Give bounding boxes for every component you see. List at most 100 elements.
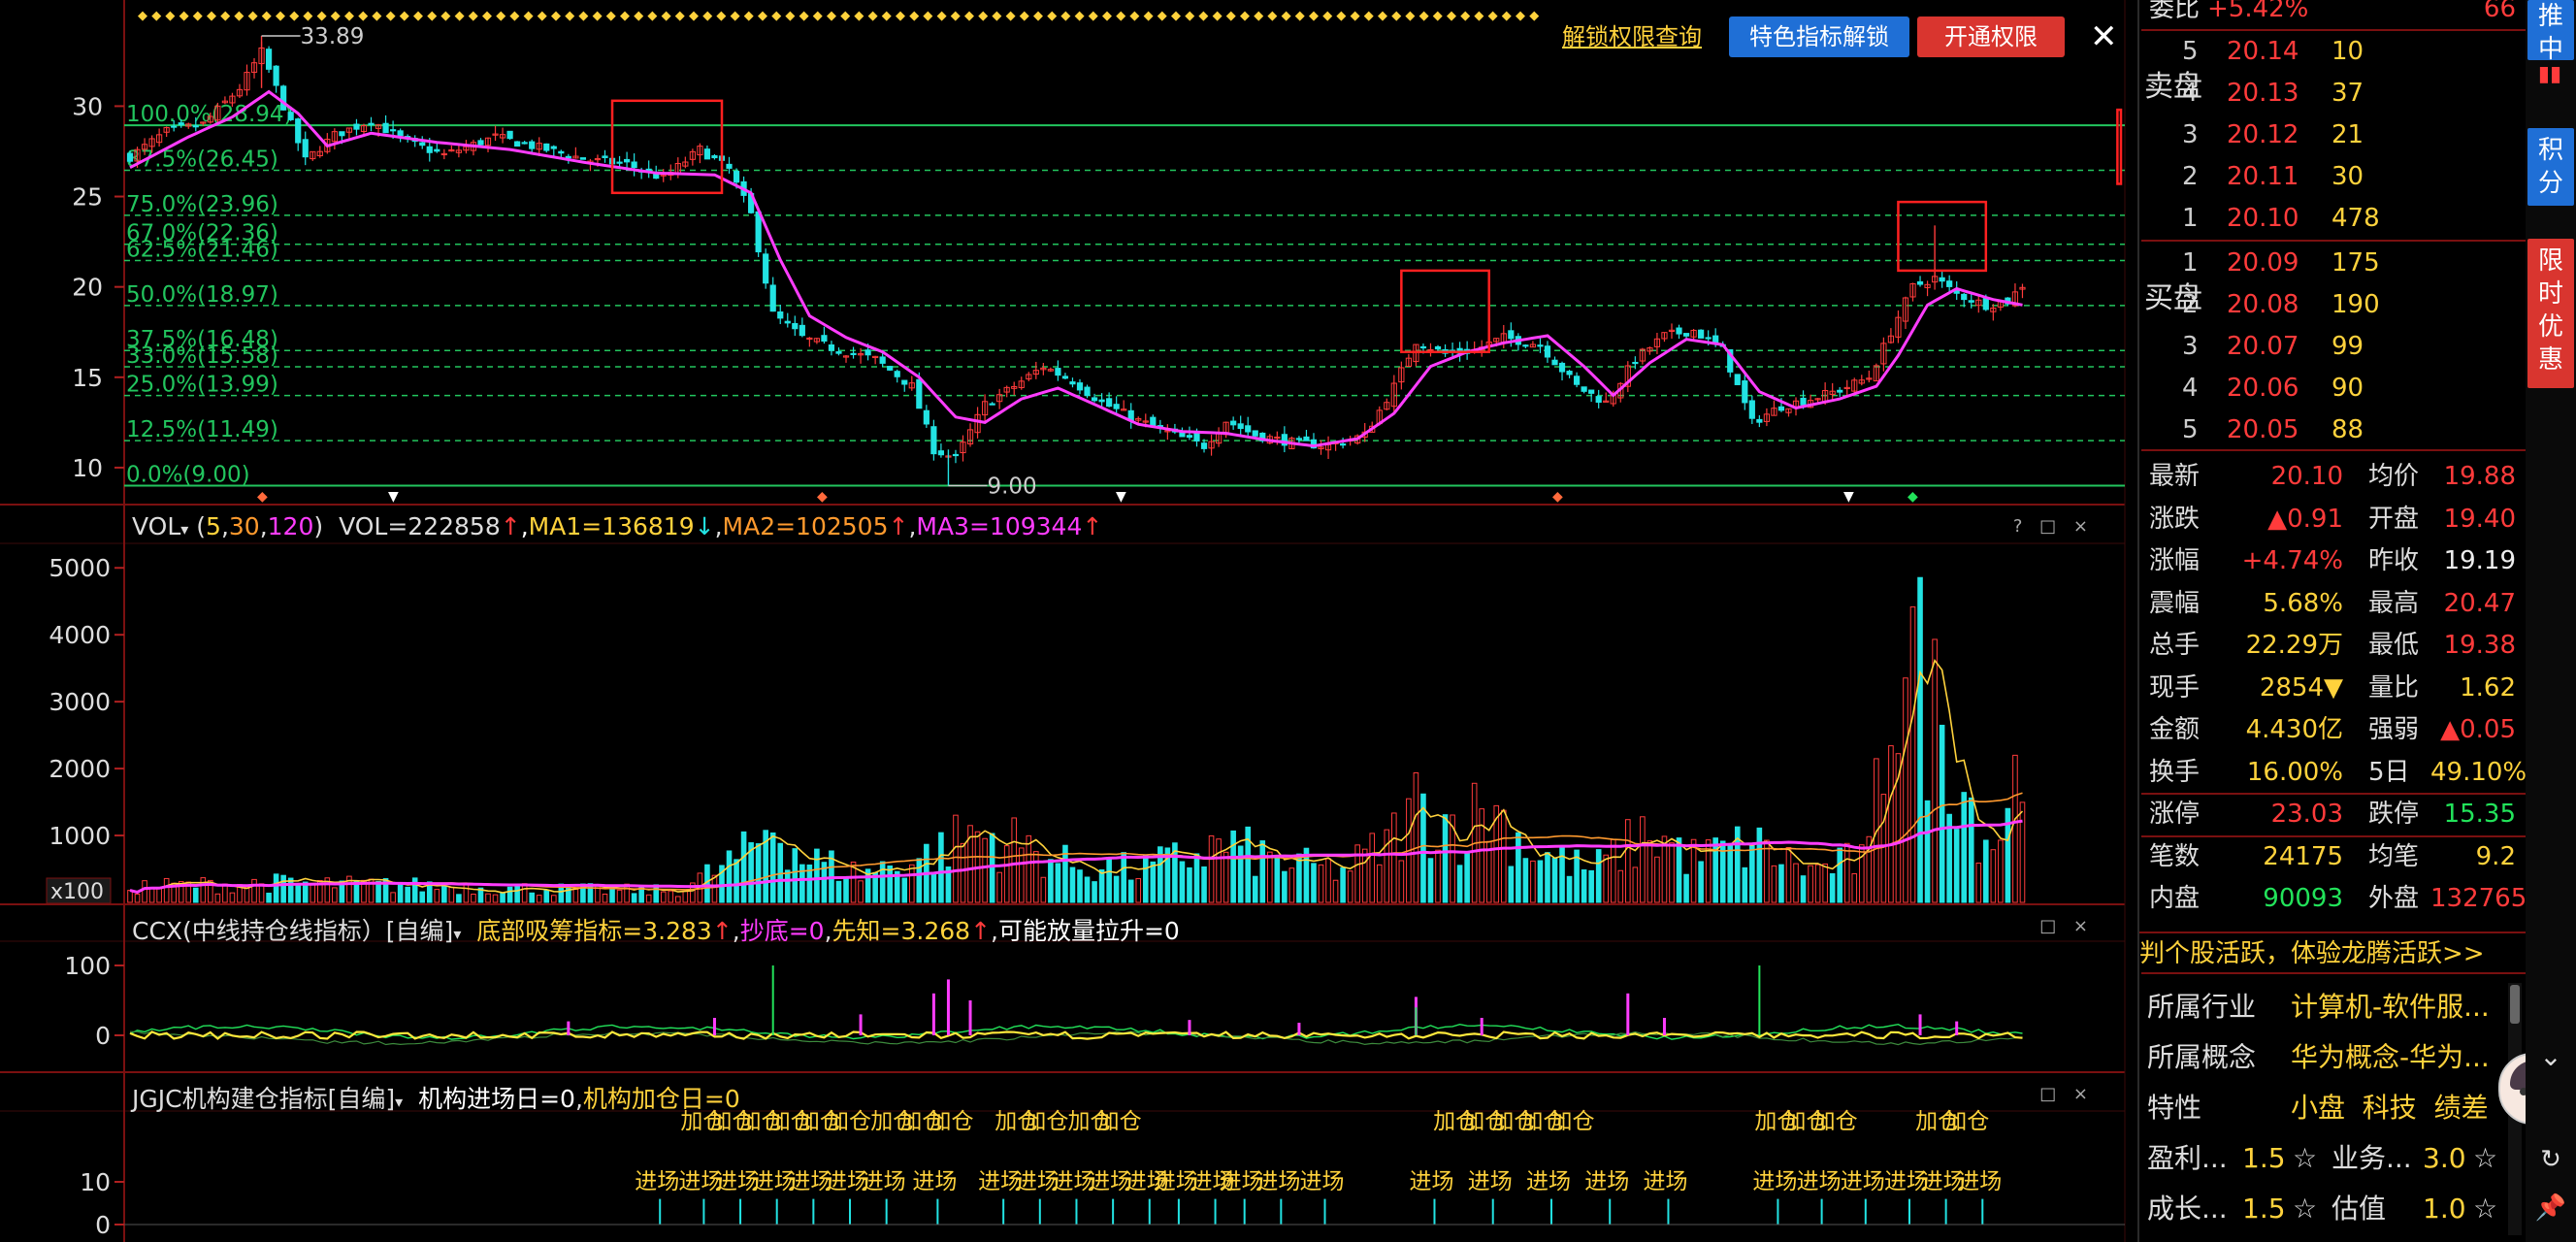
candle-body <box>1091 397 1098 402</box>
volume-bar <box>411 877 418 903</box>
tab-limited-offer[interactable]: 限时优惠 <box>2527 239 2574 388</box>
chevron-down-icon[interactable]: ▾ <box>395 1093 403 1111</box>
signal-diamond: ◆ <box>509 9 519 23</box>
chevron-down-icon[interactable]: ▾ <box>453 925 461 943</box>
candle-body <box>711 155 718 159</box>
candle-body <box>1061 376 1069 379</box>
tab-points[interactable]: 积分 <box>2527 128 2574 206</box>
volume-bar <box>214 893 221 903</box>
volume-bar <box>1742 866 1748 903</box>
quote-row: 内盘 90093 外盘 132765 <box>2149 884 2527 913</box>
industry-row[interactable]: 所属行业 计算机-软件服... <box>2139 983 2527 1031</box>
volume-bar <box>536 895 542 903</box>
volume-bar <box>1193 853 1200 903</box>
volume-bar <box>1456 865 1463 903</box>
candle-body <box>1340 443 1347 446</box>
signal-diamond: ◆ <box>538 9 547 23</box>
volume-bar <box>1603 854 1610 903</box>
ccx-header: CCX(中线持仓线指标）[自编]▾ 底部吸筹指标=3.283↑,抄底=0,先知=… <box>132 917 1180 945</box>
add-position-signal: 加仓 <box>1024 1109 1068 1134</box>
sell-order-row[interactable]: 2 20.11 30 <box>2139 156 2527 198</box>
candle-body <box>821 335 828 343</box>
volume-bar <box>1325 858 1331 903</box>
promo-banner-link[interactable]: 判个股活跃，体验龙腾活跃>> <box>2139 932 2527 974</box>
unlock-indicator-button[interactable]: 特色指标解锁 <box>1729 16 1909 57</box>
candle-body <box>799 324 805 337</box>
volume-bar <box>1837 847 1843 903</box>
signal-diamond: ◆ <box>1116 9 1125 23</box>
signal-diamond: ◆ <box>1213 9 1223 23</box>
buy-order-row[interactable]: 5 20.05 88 <box>2139 409 2527 451</box>
vol-tick-label: 1000 <box>49 822 111 850</box>
vol-pane-controls[interactable]: ? □ × <box>2013 516 2094 537</box>
volume-bar <box>471 893 476 903</box>
enter-signal: 进场 <box>1255 1169 1300 1194</box>
sell-order-row[interactable]: 5 20.14 10 <box>2139 31 2527 73</box>
candle-body <box>894 371 900 377</box>
star-icon: ☆ <box>2473 1142 2498 1174</box>
fib-level-label: 100.0%(28.94) <box>126 102 293 127</box>
enter-signal: 进场 <box>1797 1169 1842 1194</box>
open-permission-button[interactable]: 开通权限 <box>1917 16 2065 57</box>
volume-bar <box>1771 865 1777 903</box>
candle-body <box>273 65 279 86</box>
signal-diamond: ◆ <box>1447 9 1456 23</box>
volume-bar <box>1098 868 1105 903</box>
ccx-pane-controls[interactable]: □ × <box>2039 916 2094 936</box>
candle-body <box>565 155 571 159</box>
pin-icon[interactable]: 📌 <box>2533 1193 2568 1228</box>
candle-body <box>192 125 199 128</box>
candle-body <box>901 379 908 385</box>
candle-body <box>623 158 631 163</box>
jgjc-indicator-name[interactable]: JGJC机构建仓指标[自编] <box>132 1085 395 1113</box>
candle-body <box>1245 425 1252 433</box>
volume-bar <box>500 892 505 903</box>
permission-query-link[interactable]: 解锁权限查询 <box>1562 16 1702 57</box>
signal-diamond: ◆ <box>662 9 671 23</box>
signal-diamond: ◆ <box>758 9 767 23</box>
jgjc-pane-controls[interactable]: □ × <box>2039 1084 2094 1104</box>
vol-unit-label: x100 <box>50 880 104 904</box>
volume-bar <box>134 893 141 903</box>
candle-body <box>1295 438 1303 441</box>
ccx-indicator-name[interactable]: CCX(中线持仓线指标）[自编] <box>132 917 453 945</box>
volume-bar <box>1858 844 1865 903</box>
signal-diamond: ◆ <box>400 9 409 23</box>
volume-bar <box>1026 834 1032 903</box>
candle-body <box>602 155 608 158</box>
candle-body <box>178 122 184 126</box>
price-tick-label: 15 <box>72 364 103 392</box>
signal-diamond: ◆ <box>1226 9 1236 23</box>
volume-bar <box>550 895 557 903</box>
volume-bar <box>1764 839 1770 903</box>
buy-order-row[interactable]: 1 20.09 175 <box>2139 243 2527 284</box>
candle-body <box>864 349 871 356</box>
event-marker: ▼ <box>1843 489 1854 505</box>
close-icon[interactable]: ✕ <box>2078 17 2130 58</box>
volume-bar <box>485 893 491 903</box>
volume-bar <box>1347 870 1353 903</box>
volume-bar <box>1464 852 1470 903</box>
sell-order-row[interactable]: 1 20.10 478 <box>2139 198 2527 240</box>
refresh-icon[interactable]: ↻ <box>2533 1145 2568 1180</box>
buy-order-row[interactable]: 3 20.07 99 <box>2139 326 2527 368</box>
chevron-down-icon[interactable]: ▾ <box>180 520 188 539</box>
expand-icon[interactable]: ⌄ <box>2533 1040 2568 1075</box>
chart-area[interactable]: ◆ ◆ ◆ ◆ ◆ ◆ ◆ ◆ ◆ ◆ ◆ ◆ ◆ ◆ ◆ ◆ ◆ ◆ ◆ ◆ ◆ ◆ ◆ ◆ ◆ ◆ ◆ ◆ ◆ ◆ ◆ ◆ ◆ ◆ ◆ ◆ ◆ ◆ ◆ ◆… <box>0 0 2137 1242</box>
bar-chart-icon[interactable]: ▮▮ <box>2537 62 2562 91</box>
signal-diamond: ◆ <box>496 9 505 23</box>
signal-diamond: ◆ <box>1419 9 1429 23</box>
tab-push[interactable]: 推中 <box>2527 0 2574 64</box>
signal-diamond: ◆ <box>482 9 492 23</box>
buy-order-row[interactable]: 4 20.06 90 <box>2139 368 2527 409</box>
enter-signal: 进场 <box>1841 1169 1885 1194</box>
sell-order-row[interactable]: 3 20.12 21 <box>2139 114 2527 156</box>
fib-level-label: 75.0%(23.96) <box>126 192 278 217</box>
volume-bar <box>1617 869 1624 903</box>
vol-indicator-name[interactable]: VOL <box>132 512 180 540</box>
signal-diamond: ◆ <box>840 9 850 23</box>
concept-row[interactable]: 所属概念 华为概念-华为... <box>2139 1033 2527 1082</box>
signal-diamond: ◆ <box>1433 9 1443 23</box>
volume-bar <box>609 886 615 903</box>
signal-diamond: ◆ <box>1322 9 1332 23</box>
